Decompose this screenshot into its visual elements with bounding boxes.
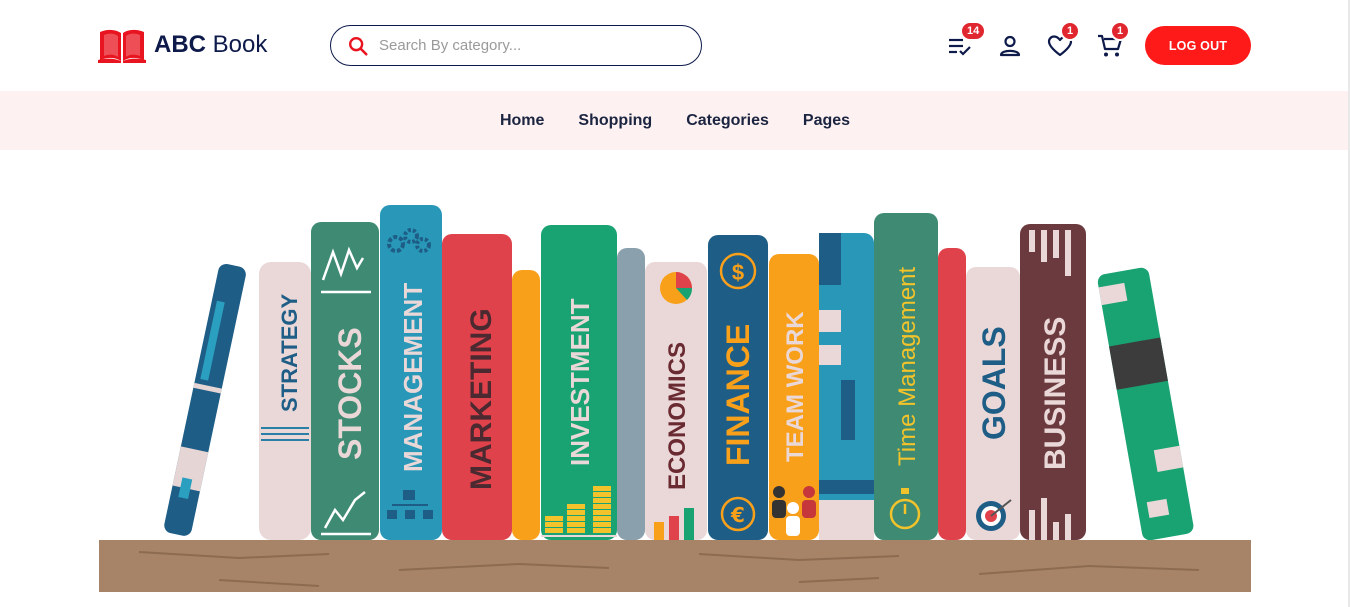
logout-button[interactable]: LOG OUT bbox=[1145, 26, 1251, 65]
book-goals: GOALS bbox=[976, 326, 1012, 440]
cart-button[interactable]: 1 bbox=[1096, 21, 1131, 60]
search-icon[interactable] bbox=[347, 35, 369, 57]
book-management: MANAGEMENT bbox=[398, 283, 428, 472]
svg-text:$: $ bbox=[732, 260, 744, 285]
book-finance: FINANCE bbox=[720, 324, 756, 466]
tilted-book-left bbox=[164, 264, 246, 536]
search-input[interactable] bbox=[379, 30, 679, 61]
book-strategy: STRATEGY bbox=[277, 294, 302, 412]
svg-text:€: € bbox=[730, 503, 745, 527]
search-bar bbox=[330, 25, 702, 66]
nav-home[interactable]: Home bbox=[500, 112, 544, 130]
hero-banner: STRATEGY STOCKS MANAGEMENT MARKETING INV… bbox=[99, 150, 1251, 592]
header: ABC Book 14 1 bbox=[0, 0, 1350, 91]
open-book-icon bbox=[98, 29, 146, 63]
user-icon bbox=[999, 35, 1021, 57]
brand-name: ABC Book bbox=[154, 31, 267, 59]
nav-pages[interactable]: Pages bbox=[803, 112, 850, 130]
nav-shopping[interactable]: Shopping bbox=[578, 112, 652, 130]
brand-light: Book bbox=[212, 31, 268, 58]
tasks-badge: 14 bbox=[960, 21, 987, 41]
cart-badge: 1 bbox=[1110, 21, 1131, 41]
tilted-book-right bbox=[1097, 267, 1194, 541]
wishlist-button[interactable]: 1 bbox=[1046, 21, 1081, 60]
book-teamwork: TEAM WORK bbox=[782, 311, 809, 462]
book-time-management: Time Management bbox=[894, 266, 921, 466]
account-button[interactable] bbox=[996, 32, 1024, 60]
brand-bold: ABC bbox=[154, 31, 206, 58]
book-marketing: MARKETING bbox=[465, 308, 498, 490]
book-business: BUSINESS bbox=[1039, 317, 1072, 470]
book-stocks: STOCKS bbox=[332, 327, 368, 460]
main-nav: Home Shopping Categories Pages bbox=[0, 91, 1350, 150]
nav-categories[interactable]: Categories bbox=[686, 112, 769, 130]
bookshelf-illustration: STRATEGY STOCKS MANAGEMENT MARKETING INV… bbox=[99, 205, 1251, 592]
book-economics: ECONOMICS bbox=[664, 342, 691, 490]
logo[interactable]: ABC Book bbox=[98, 26, 267, 64]
tasks-button[interactable]: 14 bbox=[946, 21, 987, 60]
wishlist-badge: 1 bbox=[1060, 21, 1081, 41]
book-investment: INVESTMENT bbox=[565, 298, 595, 466]
